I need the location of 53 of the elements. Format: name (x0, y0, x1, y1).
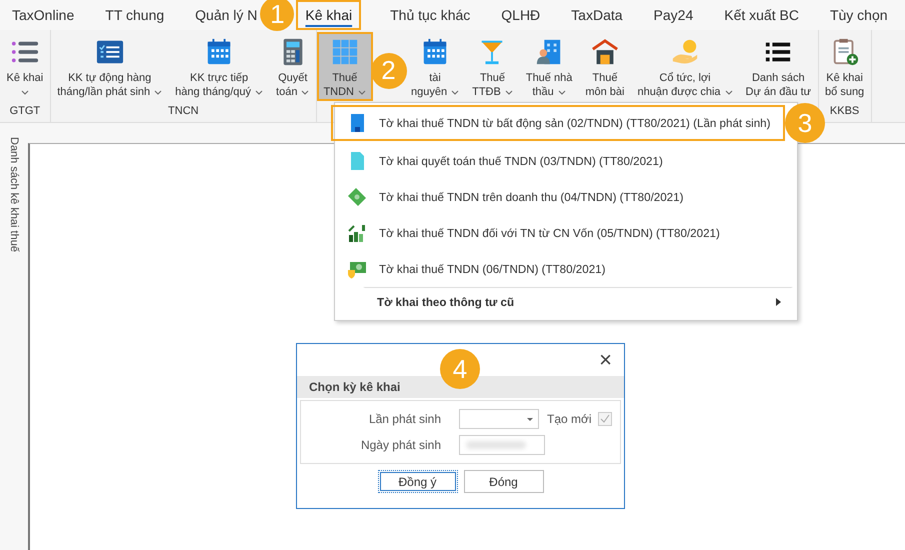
field-label: Lần phát sinh (368, 412, 442, 426)
ribbon-button[interactable]: Quyết toán (270, 32, 316, 101)
coin-hand-icon (671, 38, 699, 66)
menu-item[interactable]: Tờ khai thuế TNDN từ bất động sản (02/TNDN) (TT80/2021) (Lần phát sinh) (331, 105, 785, 141)
ribbon-button[interactable]: Thuế môn bài (578, 32, 631, 101)
menu-tab[interactable]: Kết xuất BC (722, 0, 801, 30)
dialog-button[interactable]: Đồng ý (378, 470, 458, 493)
menu-item[interactable]: Tờ khai thuế TNDN đối với TN từ CN Vốn (05/TNDN) (TT80/2021) (335, 215, 797, 251)
menu-tab[interactable]: QLHĐ (499, 0, 542, 30)
menu-item[interactable]: Tờ khai theo thông tư cũ (363, 287, 793, 318)
step-badge: 1 (260, 0, 294, 31)
menu-tab[interactable]: Thủ tục khác (388, 0, 472, 30)
ribbon-button[interactable]: KK tự động hàng tháng/lần phát sinh (50, 32, 169, 101)
field-label: Ngày phát sinh (360, 438, 442, 452)
banknote-icon (347, 187, 367, 207)
ribbon-button[interactable]: Danh sách Dự án đầu tư (739, 32, 818, 101)
menu-tab[interactable]: Kê khai (296, 0, 362, 30)
house-icon (590, 38, 619, 66)
dialog-button[interactable]: Đóng (464, 470, 544, 493)
combo-box[interactable] (459, 409, 539, 429)
menu-tab[interactable]: TaxData (569, 0, 625, 30)
close-button[interactable]: × (599, 349, 612, 371)
menu-tab[interactable]: Pay24 (652, 0, 696, 30)
menu-tab[interactable]: Tùy chọn (828, 0, 890, 30)
grid-icon (330, 38, 359, 66)
checklist-icon (96, 38, 124, 66)
group-label: KKBS (828, 104, 860, 119)
group-label: GTGT (8, 104, 42, 119)
menu-item[interactable]: Tờ khai thuế TNDN trên doanh thu (04/TNDN) (TT80/2021) (335, 179, 797, 215)
bar-chart-icon (347, 223, 367, 243)
ribbon-button[interactable]: Kê khai bổ sung (818, 32, 871, 101)
menu-item[interactable]: Tờ khai thuế TNDN (06/TNDN) (TT80/2021) (335, 251, 797, 287)
dialog-title: Chọn kỳ kê khai (309, 380, 400, 394)
ribbon-button[interactable]: Cổ tức, lợi nhuận được chia (630, 32, 740, 101)
panel-title[interactable]: Danh sách kê khai thuế (8, 137, 20, 252)
step-badge: 3 (785, 103, 825, 143)
menu-tab[interactable]: TaxOnline (10, 0, 76, 30)
step-badge: 2 (370, 52, 407, 88)
ribbon-button[interactable]: KK trực tiếp hàng tháng/quý (168, 32, 270, 101)
menu-tab[interactable]: Quản lý N (193, 0, 260, 30)
banknote-icon (347, 259, 367, 279)
ribbon-button[interactable]: Kê khai (0, 32, 50, 101)
ribbon-button[interactable]: tài nguyên (404, 32, 466, 101)
menu-item[interactable]: Tờ khai quyết toán thuế TNDN (03/TNDN) (TT80/2021) (335, 143, 797, 179)
ribbon-button[interactable]: Thuế TNDN (316, 32, 373, 101)
submenu-arrow-icon (776, 298, 781, 306)
checkbox-label: Tạo mới (547, 412, 592, 426)
date-field[interactable] (459, 435, 545, 455)
menu-tab[interactable]: TT chung (103, 0, 166, 30)
ribbon-button[interactable]: Thuế nhà thầu (519, 32, 579, 101)
ribbon-button[interactable]: Thuế TTĐB (466, 32, 520, 101)
group-label: TNCN (167, 104, 200, 119)
caret-icon (527, 418, 533, 421)
